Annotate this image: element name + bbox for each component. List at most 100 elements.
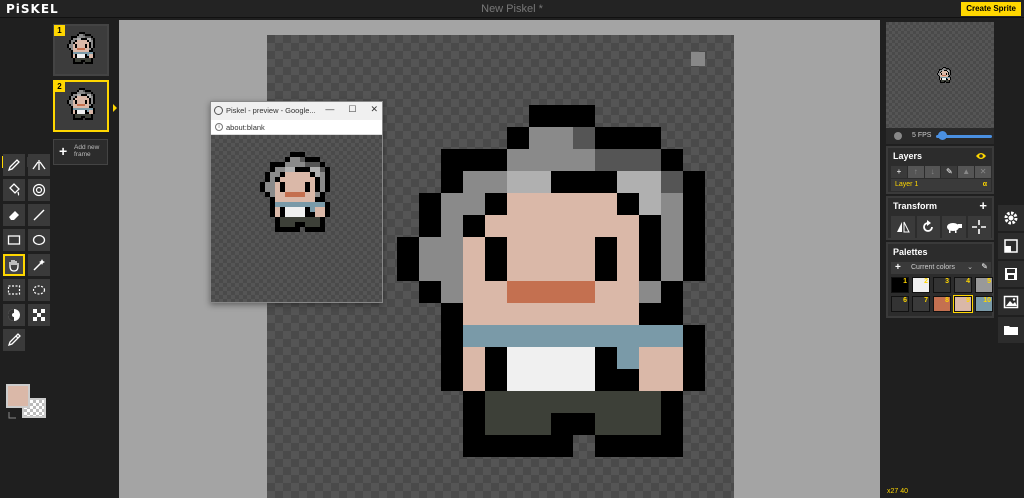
color-picker-tool[interactable] — [3, 329, 25, 351]
frame-thumbnail-2[interactable]: 2 — [53, 80, 117, 132]
edit-palette-icon[interactable]: ✎ — [981, 262, 988, 271]
layer-item[interactable]: Layer 1 α — [891, 179, 991, 191]
eye-icon[interactable] — [975, 151, 987, 161]
palette-swatch[interactable]: 2 — [912, 277, 930, 293]
resize-button[interactable] — [998, 233, 1024, 259]
image-icon — [1003, 295, 1019, 309]
sprite-pixel — [485, 171, 507, 193]
onion-skin-icon[interactable] — [893, 131, 903, 141]
move-layer-up-button[interactable]: ↑ — [907, 166, 924, 178]
sprite-pixel — [551, 105, 573, 127]
palette-name: Current colors — [911, 264, 955, 271]
paint-bucket-tool[interactable] — [3, 179, 25, 201]
sprite-pixel — [485, 303, 507, 325]
maximize-button[interactable]: ☐ — [348, 104, 356, 115]
add-layer-button[interactable]: + — [891, 166, 907, 178]
expand-transform-icon[interactable]: + — [979, 198, 987, 213]
sprite-pixel — [639, 369, 661, 391]
sprite-pixel — [683, 171, 705, 193]
sprite-pixel — [573, 347, 595, 369]
paint-bucket-icon — [9, 183, 20, 196]
sprite-pixel — [573, 413, 595, 435]
stroke-tool[interactable] — [28, 204, 50, 226]
sprite-pixel — [573, 391, 595, 413]
move-layer-down-button[interactable]: ↓ — [924, 166, 941, 178]
palette-swatch[interactable]: 7 — [912, 296, 930, 312]
export-button[interactable] — [998, 289, 1024, 315]
sprite-pixel — [551, 281, 573, 303]
palette-swatch[interactable]: 9 — [953, 295, 973, 313]
flip-icon — [896, 221, 910, 233]
palette-selector[interactable]: + Current colors ⌄ ✎ — [891, 262, 991, 274]
rectangle-selection-tool[interactable] — [3, 279, 25, 301]
primary-color-swatch[interactable] — [6, 384, 30, 408]
sprite-pixel — [419, 259, 441, 281]
palette-swatch[interactable]: 6 — [891, 296, 909, 312]
pen-tool[interactable] — [3, 154, 25, 176]
sprite-pixel — [573, 369, 595, 391]
chevron-down-icon[interactable]: ⌄ — [967, 263, 973, 271]
flip-button[interactable] — [891, 216, 915, 238]
clone-button[interactable] — [942, 216, 966, 238]
save-button[interactable] — [998, 261, 1024, 287]
circle-icon — [32, 234, 46, 246]
merge-layer-button[interactable]: ▲ — [958, 166, 975, 178]
sprite-pixel — [639, 281, 661, 303]
center-button[interactable] — [967, 216, 991, 238]
fps-slider-handle[interactable] — [938, 131, 947, 140]
rotate-button[interactable] — [916, 216, 940, 238]
sprite-pixel — [507, 347, 529, 369]
folder-icon — [1004, 326, 1018, 335]
sprite-pixel — [529, 281, 551, 303]
palette-swatch[interactable]: 1 — [891, 277, 909, 293]
add-frame-label: Add new frame — [74, 144, 100, 158]
dithering-tool[interactable] — [28, 304, 50, 326]
sprite-pixel — [507, 435, 529, 457]
sprite-pixel — [551, 391, 573, 413]
layer-opacity[interactable]: α — [983, 181, 987, 188]
palette-swatch[interactable]: 5 — [975, 277, 993, 293]
add-frame-button[interactable]: + Add new frame — [53, 139, 108, 165]
sprite-pixel — [639, 193, 661, 215]
minimize-button[interactable]: — — [325, 104, 334, 115]
swap-colors-icon[interactable] — [8, 410, 18, 420]
transform-panel: Transform + — [886, 196, 994, 240]
move-tool[interactable] — [3, 254, 25, 276]
sprite-pixel — [595, 325, 617, 347]
paint-all-same-color-tool[interactable] — [28, 179, 50, 201]
sprite-pixel — [419, 193, 441, 215]
add-palette-icon[interactable]: + — [895, 262, 901, 273]
rectangle-tool[interactable] — [3, 229, 25, 251]
sprite-pixel — [529, 105, 551, 127]
sprite-pixel — [617, 127, 639, 149]
edit-layer-button[interactable]: ✎ — [941, 166, 958, 178]
sprite-pixel — [595, 193, 617, 215]
eraser-tool[interactable] — [3, 204, 25, 226]
sprite-pixel — [595, 303, 617, 325]
lasso-selection-tool[interactable] — [28, 279, 50, 301]
shape-selection-tool[interactable] — [28, 254, 50, 276]
circle-tool[interactable] — [28, 229, 50, 251]
create-sprite-button[interactable]: Create Sprite — [961, 2, 1021, 16]
palette-swatch[interactable]: 3 — [933, 277, 951, 293]
settings-button[interactable] — [998, 205, 1024, 231]
sprite-pixel — [507, 259, 529, 281]
sprite-pixel — [683, 347, 705, 369]
close-button[interactable]: ✕ — [370, 104, 378, 115]
palette-swatch[interactable]: 4 — [954, 277, 972, 293]
frame-thumbnail-1[interactable]: 1 — [53, 24, 109, 76]
sprite-pixel — [441, 303, 463, 325]
sprite-pixel — [529, 259, 551, 281]
import-button[interactable] — [998, 317, 1024, 343]
sprite-pixel — [617, 149, 639, 171]
sprite-pixel — [949, 82, 950, 83]
vertical-mirror-pen-tool[interactable] — [28, 154, 50, 176]
delete-layer-button[interactable]: ✕ — [975, 166, 991, 178]
sprite-pixel — [463, 149, 485, 171]
sprite-pixel — [507, 281, 529, 303]
lighten-tool[interactable] — [3, 304, 25, 326]
palette-swatch[interactable]: 10 — [975, 296, 993, 312]
sprite-pixel — [463, 413, 485, 435]
sprite-pixel — [93, 112, 95, 114]
palette-swatch[interactable]: 8 — [933, 296, 951, 312]
